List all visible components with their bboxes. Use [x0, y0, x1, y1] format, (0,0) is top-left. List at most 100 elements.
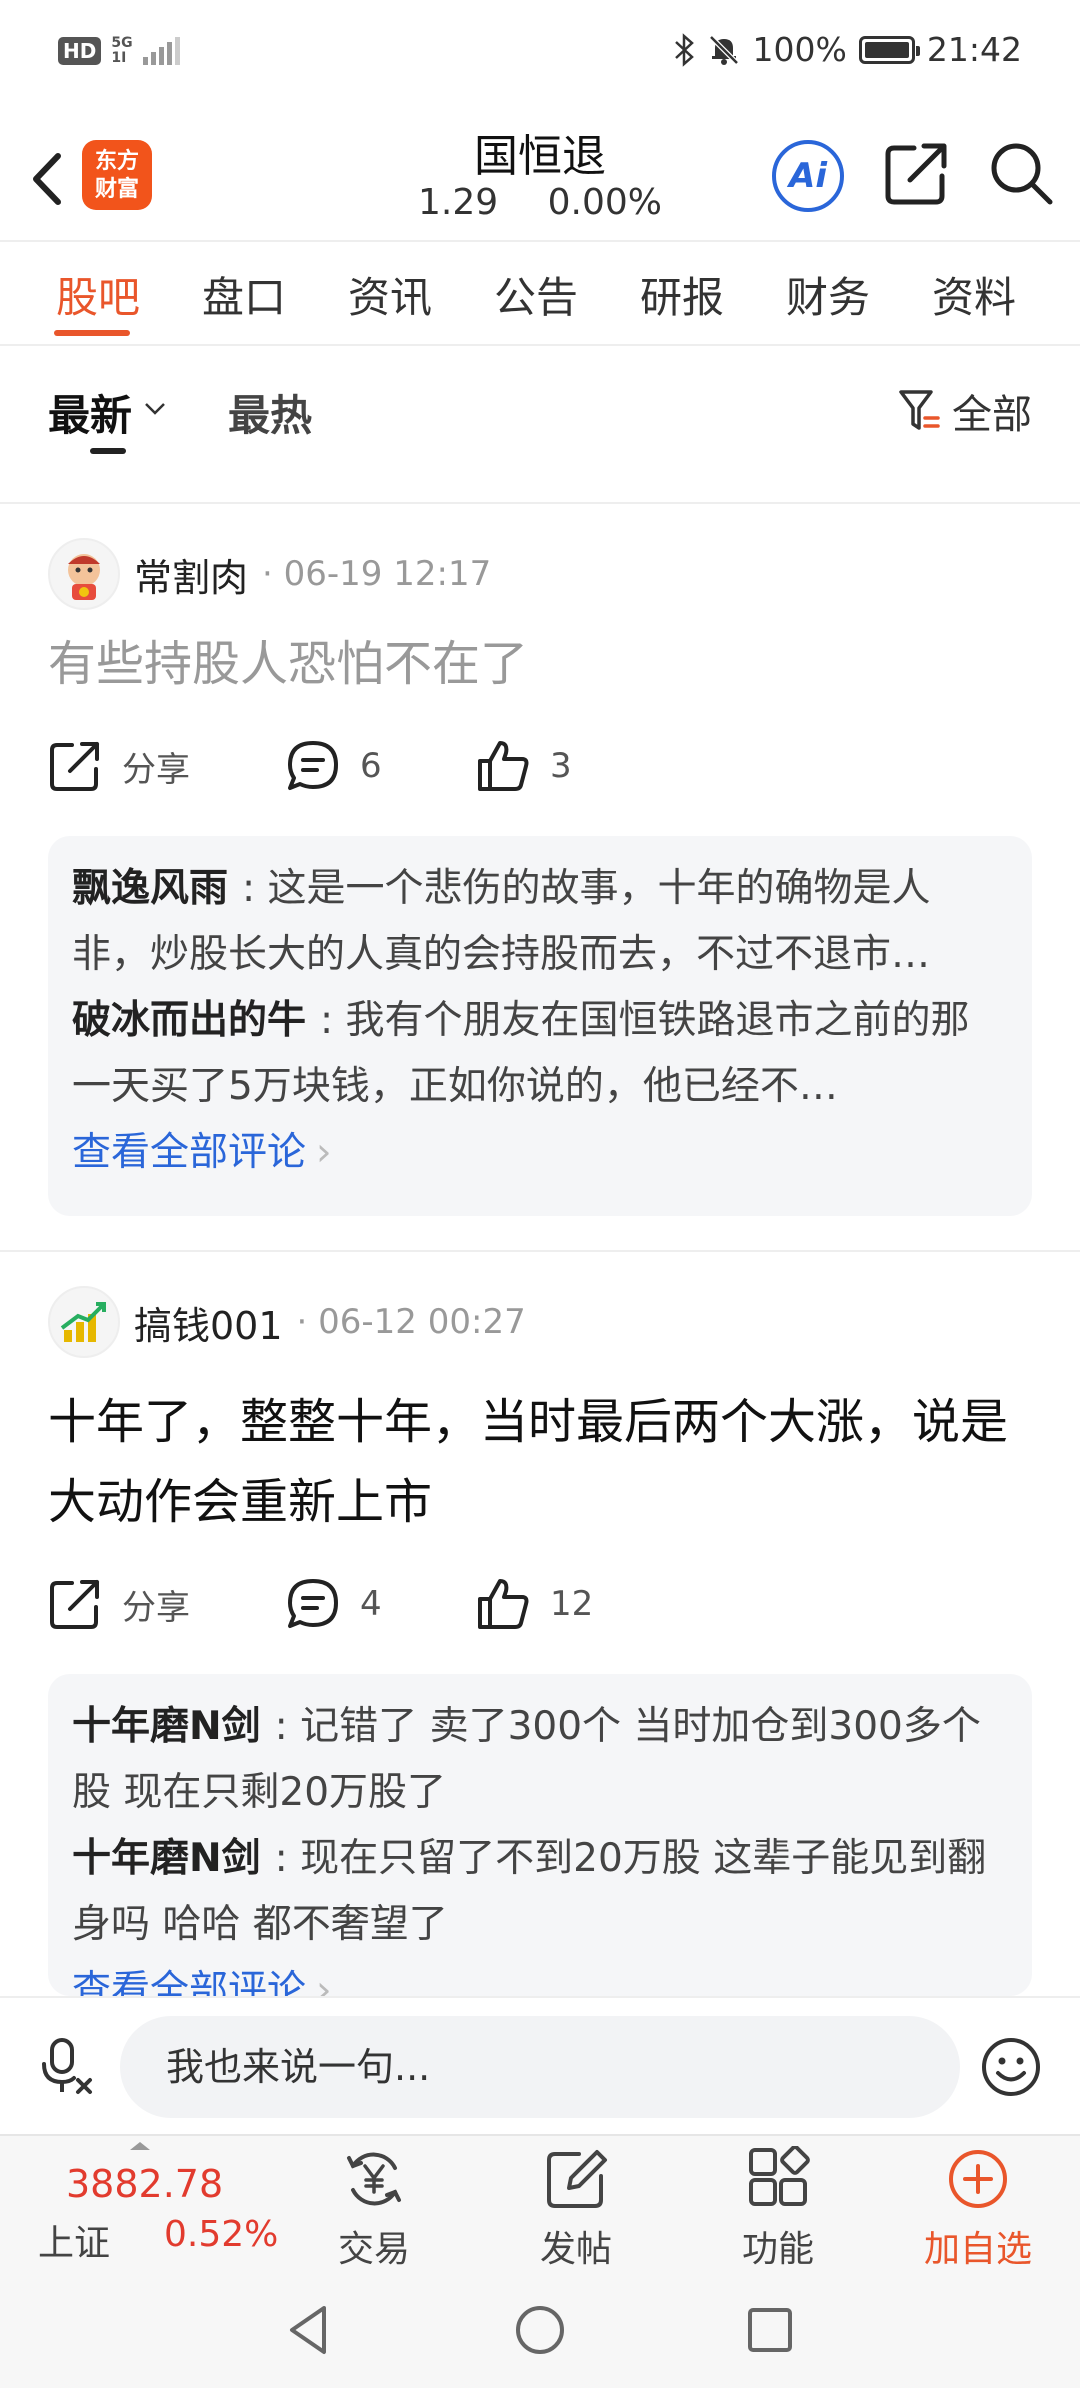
sort-hot[interactable]: 最热	[228, 382, 312, 443]
system-nav-bar	[0, 2270, 1080, 2388]
sort-newest[interactable]: 最新	[48, 382, 132, 443]
battery-icon	[858, 35, 920, 64]
comment-icon	[288, 1579, 338, 1628]
voice-input-icon[interactable]	[36, 2036, 96, 2096]
comment-button[interactable]: 6	[286, 739, 476, 793]
search-icon[interactable]	[988, 140, 1054, 206]
comment-item[interactable]: 十年磨N剑: 现在只留了不到20万股 这辈子能见到翻身吗 哈哈 都不奢望了	[72, 1826, 1008, 1958]
post-time: · 06-19 12:17	[262, 554, 492, 594]
comment-item[interactable]: 飘逸风雨: 这是一个悲伤的故事，十年的确物是人非，炒股长大的人真的会持股而去，不…	[72, 856, 1008, 988]
tab-financials[interactable]: 财务	[786, 264, 870, 325]
nav-add-watchlist[interactable]: 加自选	[908, 2146, 1048, 2272]
stock-price: 1.29	[418, 182, 499, 223]
comment-icon	[288, 741, 338, 790]
comment-preview: 飘逸风雨: 这是一个悲伤的故事，十年的确物是人非，炒股长大的人真的会持股而去，不…	[48, 836, 1032, 1216]
avatar-mascot-icon	[68, 554, 100, 600]
like-button[interactable]: 12	[476, 1577, 593, 1631]
stock-header: 东方 财富 国恒退 1.29 0.00% Ai	[0, 110, 1080, 240]
nav-functions-label: 功能	[741, 2229, 814, 2270]
bottom-nav: 3882.78 上证 0.52% 交易 发帖 功能 加自选	[0, 2134, 1080, 2270]
recents-square-icon[interactable]	[740, 2300, 800, 2360]
index-value[interactable]: 3882.78	[66, 2162, 223, 2206]
like-button[interactable]: 3	[476, 739, 572, 793]
share-icon	[50, 742, 99, 791]
reply-bar	[0, 1996, 1080, 2134]
chevron-down-icon[interactable]	[144, 402, 166, 416]
signal-label: 5G	[111, 35, 133, 51]
emoji-icon[interactable]	[980, 2036, 1042, 2098]
avatar[interactable]	[48, 1286, 120, 1358]
post-actions: 分享 4 12	[48, 1572, 593, 1636]
share-button[interactable]: 分享	[48, 739, 286, 793]
view-all-comments-link[interactable]: 查看全部评论 ›	[72, 1120, 1008, 1186]
tab-news[interactable]: 资讯	[348, 264, 432, 325]
tab-pankou[interactable]: 盘口	[202, 264, 286, 325]
share-label: 分享	[122, 749, 190, 790]
sort-indicator	[90, 448, 126, 454]
thumbs-up-icon	[478, 1579, 529, 1629]
thumbs-up-icon	[478, 741, 529, 791]
tab-profile[interactable]: 资料	[932, 264, 1016, 325]
section-tabs: 股吧 盘口 资讯 公告 研报 财务 资料	[0, 240, 1080, 346]
comment-button[interactable]: 4	[286, 1577, 476, 1631]
status-right: 100% 21:42	[673, 30, 1022, 69]
avatar-chart-icon	[60, 1302, 106, 1342]
nav-post[interactable]: 发帖	[506, 2146, 646, 2272]
signal-bars-icon	[142, 37, 180, 65]
chevron-right-icon: ›	[316, 1968, 332, 1996]
comment-count: 4	[360, 1584, 382, 1624]
nav-functions[interactable]: 功能	[708, 2146, 848, 2272]
share-icon	[50, 1580, 99, 1629]
index-name[interactable]: 上证	[38, 2214, 110, 2266]
like-count: 12	[550, 1584, 594, 1624]
stock-change: 0.00%	[547, 182, 662, 223]
signal-type: 5G 1I	[111, 36, 132, 66]
add-circle-icon	[949, 2150, 1007, 2208]
yuan-exchange-icon	[347, 2152, 401, 2206]
post-content[interactable]: 有些持股人恐怕不在了	[48, 624, 1038, 704]
post-username[interactable]: 搞钱001	[134, 1295, 283, 1350]
comment-username[interactable]: 飘逸风雨	[72, 866, 228, 911]
tab-guba[interactable]: 股吧	[56, 264, 140, 325]
back-triangle-icon[interactable]	[280, 2300, 340, 2360]
reply-input[interactable]	[120, 2016, 960, 2118]
signal-sim-label: 1I	[111, 50, 127, 66]
tab-announcements[interactable]: 公告	[494, 264, 578, 325]
active-tab-indicator	[54, 330, 130, 336]
tab-research[interactable]: 研报	[640, 264, 724, 325]
comment-username[interactable]: 十年磨N剑	[72, 1836, 261, 1881]
home-circle-icon[interactable]	[510, 2300, 570, 2360]
filter-label: 全部	[952, 392, 1032, 438]
comment-count: 6	[360, 746, 382, 786]
comment-item[interactable]: 十年磨N剑: 记错了 卖了300个 当时加仓到300多个股 现在只剩20万股了	[72, 1694, 1008, 1826]
grid-icon	[749, 2146, 810, 2206]
comment-username[interactable]: 破冰而出的牛	[72, 998, 306, 1043]
nav-trade[interactable]: 交易	[304, 2146, 444, 2272]
filter-button[interactable]: 全部	[898, 382, 1032, 440]
view-all-comments-link[interactable]: 查看全部评论 ›	[72, 1958, 1008, 1996]
post-username[interactable]: 常割肉	[134, 547, 248, 602]
bluetooth-icon	[674, 32, 694, 67]
hd-badge: HD	[58, 37, 102, 65]
nav-trade-label: 交易	[337, 2229, 410, 2270]
post-header: 常割肉 · 06-19 12:17	[48, 538, 491, 610]
index-change[interactable]: 0.52%	[164, 2214, 278, 2255]
filter-icon	[899, 390, 940, 430]
view-all-label: 查看全部评论	[72, 1968, 307, 1996]
index-expand-icon[interactable]	[130, 2142, 150, 2150]
clock: 21:42	[926, 30, 1022, 69]
share-icon[interactable]	[884, 140, 950, 206]
post-content[interactable]: 十年了，整整十年，当时最后两个大涨，说是大动作会重新上市	[48, 1382, 1038, 1542]
mute-bell-icon	[708, 34, 739, 65]
comment-item[interactable]: 破冰而出的牛: 我有个朋友在国恒铁路退市之前的那一天买了5万块钱，正如你说的，他…	[72, 988, 1008, 1120]
avatar[interactable]	[48, 538, 120, 610]
post-actions: 分享 6 3	[48, 734, 572, 798]
sort-bar: 最新 最热 全部	[0, 346, 1080, 504]
ai-assistant-button[interactable]: Ai	[772, 140, 844, 212]
nav-add-watchlist-label: 加自选	[923, 2229, 1032, 2270]
share-button[interactable]: 分享	[48, 1577, 286, 1631]
comment-username[interactable]: 十年磨N剑	[72, 1704, 261, 1749]
post-time: · 06-12 00:27	[296, 1302, 526, 1342]
comment-preview: 十年磨N剑: 记错了 卖了300个 当时加仓到300多个股 现在只剩20万股了 …	[48, 1674, 1032, 1996]
status-bar: HD 5G 1I 100% 21:42	[0, 0, 1080, 110]
